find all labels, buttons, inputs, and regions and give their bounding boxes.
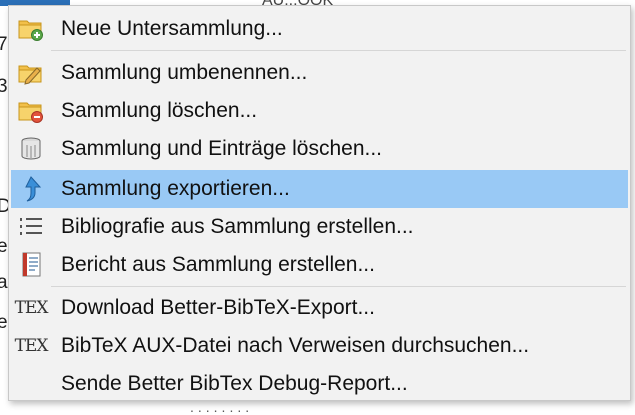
- menu-item-label: Sammlung exportieren...: [61, 177, 290, 200]
- menu-item-rename-collection[interactable]: Sammlung umbenennen...: [11, 54, 628, 92]
- report-document-icon: [17, 251, 45, 279]
- menu-item-label: Sammlung und Einträge löschen...: [61, 137, 383, 160]
- menu-item-export-collection[interactable]: Sammlung exportieren...: [11, 170, 628, 208]
- tex-icon: TEX: [14, 298, 49, 318]
- export-arrow-icon: [17, 175, 45, 203]
- menu-item-delete-collection[interactable]: Sammlung löschen...: [11, 92, 628, 130]
- menu-item-create-report[interactable]: Bericht aus Sammlung erstellen...: [11, 246, 628, 284]
- collection-context-menu: Neue Untersammlung... Sammlung umbenenne…: [8, 5, 631, 401]
- menu-item-create-bibliography[interactable]: Bibliografie aus Sammlung erstellen...: [11, 208, 628, 246]
- menu-item-label: Bericht aus Sammlung erstellen...: [61, 253, 375, 276]
- menu-separator: [51, 50, 626, 51]
- menu-item-send-debug-report[interactable]: Sende Better BibTex Debug-Report...: [11, 365, 628, 403]
- menu-item-scan-bibtex-aux-file[interactable]: TEX BibTeX AUX-Datei nach Verweisen durc…: [11, 327, 628, 365]
- menu-item-label: Bibliografie aus Sammlung erstellen...: [61, 215, 414, 238]
- folder-delete-icon: [17, 97, 45, 125]
- menu-separator: [51, 286, 626, 287]
- bibliography-list-icon: [17, 213, 45, 241]
- menu-item-label: Download Better-BibTeX-Export...: [61, 296, 375, 319]
- folder-rename-icon: [17, 59, 45, 87]
- menu-item-label: Neue Untersammlung...: [61, 17, 283, 40]
- folder-add-icon: [17, 15, 45, 43]
- menu-item-delete-collection-and-items[interactable]: Sammlung und Einträge löschen...: [11, 130, 628, 168]
- menu-item-download-better-bibtex-export[interactable]: TEX Download Better-BibTeX-Export...: [11, 289, 628, 327]
- menu-item-label: Sammlung umbenennen...: [61, 61, 308, 84]
- menu-item-label: Sende Better BibTex Debug-Report...: [61, 372, 408, 395]
- menu-item-new-subcollection[interactable]: Neue Untersammlung...: [11, 10, 628, 48]
- trash-can-icon: [17, 135, 45, 163]
- tex-icon: TEX: [14, 336, 49, 356]
- menu-item-label: Sammlung löschen...: [61, 99, 258, 122]
- menu-item-label: BibTeX AUX-Datei nach Verweisen durchsuc…: [61, 334, 530, 357]
